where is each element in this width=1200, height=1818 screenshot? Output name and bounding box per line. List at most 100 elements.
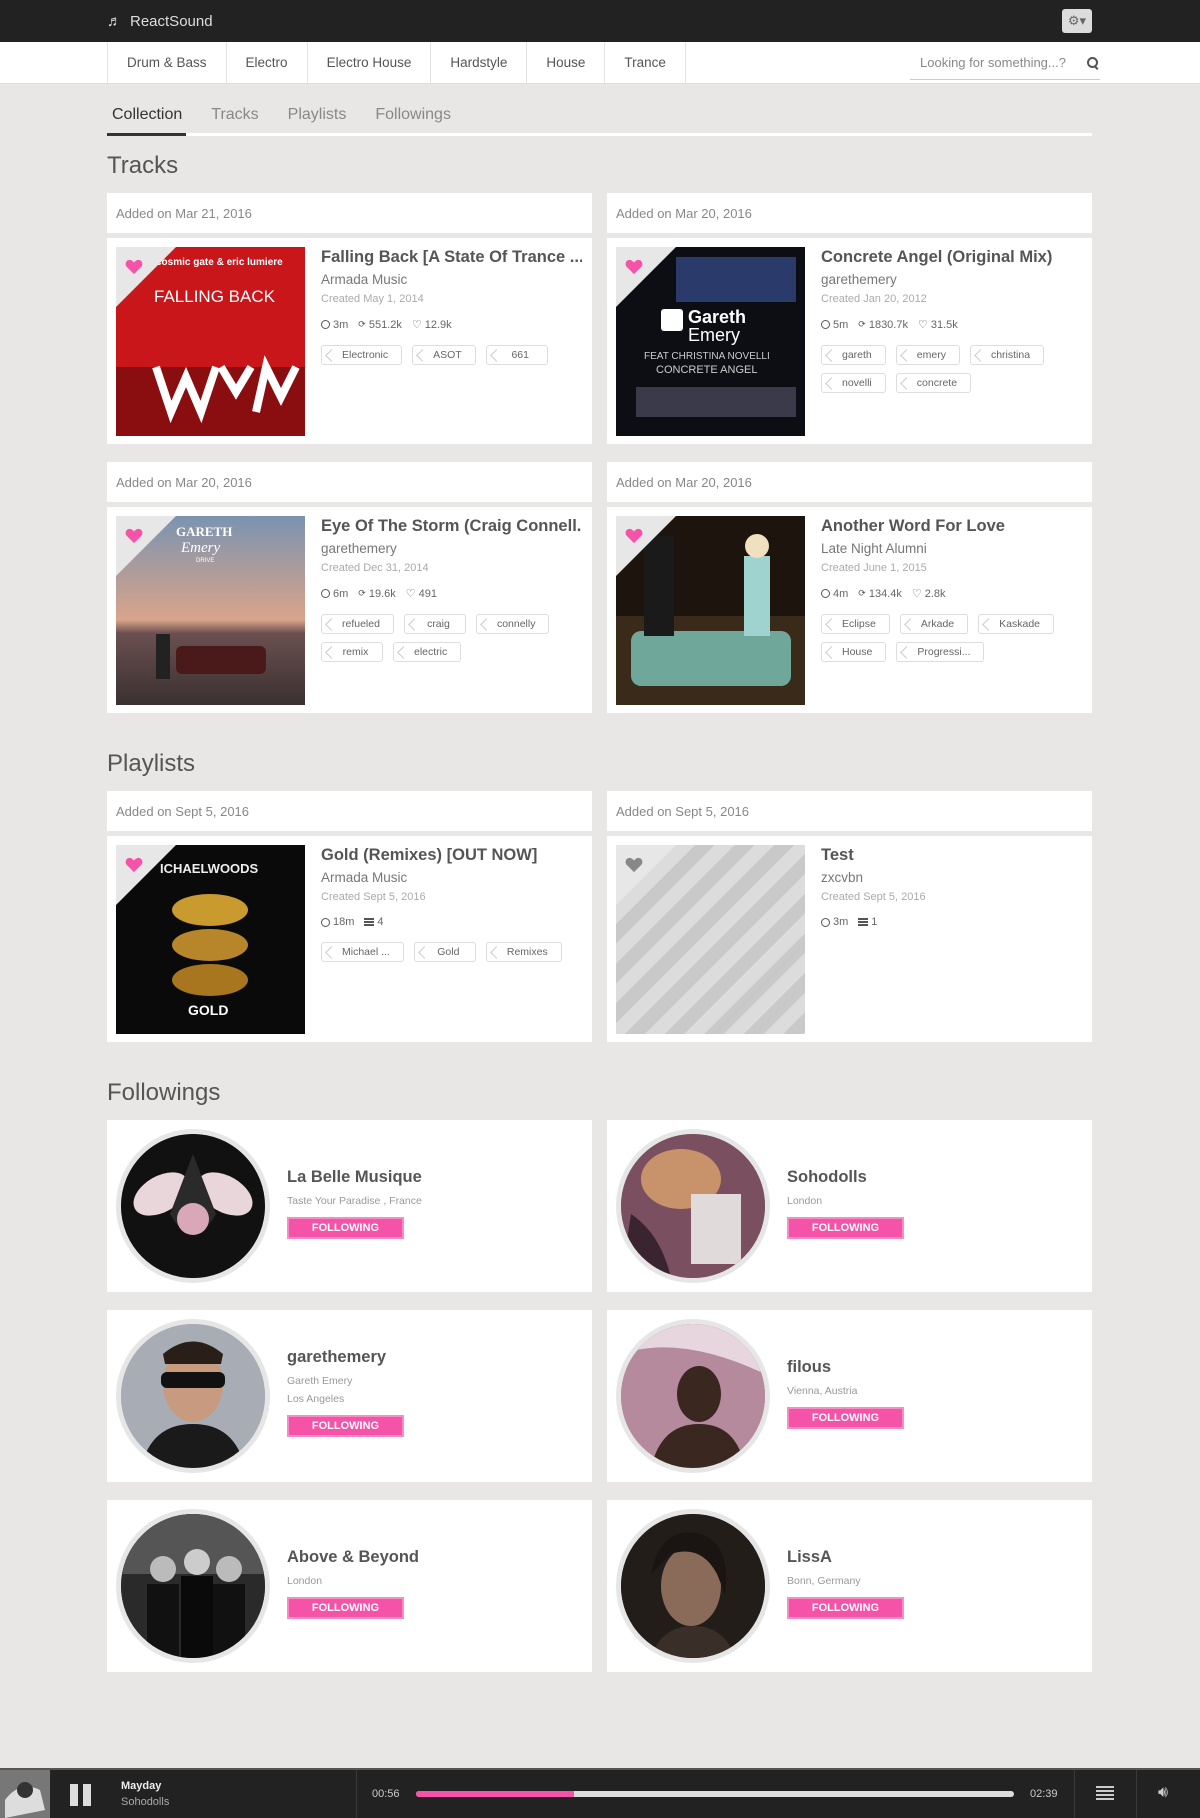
liked-heart-icon[interactable] (625, 528, 643, 544)
track-user[interactable]: Armada Music (321, 272, 582, 287)
following-name[interactable]: filous (787, 1358, 904, 1377)
tag[interactable]: Remixes (485, 942, 562, 962)
genre-electro[interactable]: Electro (227, 42, 308, 83)
tag[interactable]: electric (393, 642, 462, 662)
track-artwork[interactable] (616, 516, 805, 705)
genre-hardstyle[interactable]: Hardstyle (431, 42, 528, 83)
genre-bar: Drum & Bass Electro Electro House Hardst… (0, 42, 1200, 84)
tag[interactable]: 661 (485, 345, 548, 365)
settings-button[interactable]: ⚙▾ (1062, 9, 1092, 33)
following-name[interactable]: La Belle Musique (287, 1168, 422, 1187)
following-name[interactable]: Sohodolls (787, 1168, 904, 1187)
liked-heart-icon[interactable] (125, 259, 143, 275)
tag[interactable]: novelli (821, 373, 886, 393)
playlist-created: Created Sept 5, 2016 (321, 891, 426, 903)
tag[interactable]: Kaskade (978, 614, 1055, 634)
track-artwork[interactable]: cosmic gate & eric lumiere FALLING BACK (116, 247, 305, 436)
now-playing-artwork[interactable] (0, 1770, 50, 1818)
tab-playlists[interactable]: Playlists (283, 100, 351, 133)
following-button[interactable]: FOLLOWING (287, 1217, 404, 1239)
now-playing-title[interactable]: Mayday (121, 1780, 161, 1792)
svg-text:GOLD: GOLD (188, 1002, 228, 1018)
following-button[interactable]: FOLLOWING (787, 1217, 904, 1239)
tag[interactable]: remix (321, 642, 383, 662)
genre-electro-house[interactable]: Electro House (308, 42, 432, 83)
tag[interactable]: Electronic (321, 345, 403, 365)
avatar[interactable] (116, 1319, 270, 1473)
tag[interactable]: concrete (895, 373, 972, 393)
duration: 3m (833, 916, 849, 928)
following-button[interactable]: FOLLOWING (287, 1415, 404, 1437)
tab-followings[interactable]: Followings (370, 100, 455, 133)
genre-trance[interactable]: Trance (605, 42, 686, 83)
tag[interactable]: connelly (475, 614, 550, 634)
queue-list-icon[interactable] (1096, 1786, 1114, 1800)
liked-heart-icon[interactable] (125, 528, 143, 544)
like-count: 12.9k (424, 318, 452, 331)
heart-icon[interactable] (625, 857, 643, 873)
track-title[interactable]: Concrete Angel (Original Mix) (821, 248, 1082, 267)
now-playing-artist[interactable]: Sohodolls (121, 1796, 169, 1808)
avatar[interactable] (616, 1319, 770, 1473)
track-title[interactable]: Eye Of The Storm (Craig Connell... (321, 517, 582, 536)
brand[interactable]: ♬ ReactSound (107, 0, 213, 42)
tag[interactable]: craig (403, 614, 466, 634)
tag[interactable]: emery (895, 345, 960, 365)
pause-button[interactable] (70, 1784, 92, 1806)
genre-drum-and-bass[interactable]: Drum & Bass (108, 42, 227, 83)
plays-icon: ⟳ (858, 588, 866, 598)
divider (1136, 1770, 1137, 1818)
avatar[interactable] (116, 1129, 270, 1283)
playlist-title[interactable]: Gold (Remixes) [OUT NOW] (321, 846, 582, 865)
tag[interactable]: refueled (321, 614, 394, 634)
playlist-artwork[interactable]: ICHAELWOODS GOLD (116, 845, 305, 1034)
following-button[interactable]: FOLLOWING (287, 1597, 404, 1619)
following-button[interactable]: FOLLOWING (787, 1407, 904, 1429)
tag[interactable]: Arkade (899, 614, 969, 634)
tag[interactable]: Michael ... (321, 942, 404, 962)
track-artwork[interactable]: GARETH Emery DRIVE (116, 516, 305, 705)
avatar[interactable] (616, 1509, 770, 1663)
following-location: London (287, 1575, 323, 1587)
tag[interactable]: House (821, 642, 887, 662)
following-name[interactable]: Above & Beyond (287, 1548, 419, 1567)
tag[interactable]: Gold (413, 942, 476, 962)
search-icon[interactable] (1086, 56, 1100, 70)
liked-heart-icon[interactable] (125, 857, 143, 873)
added-date: Added on Mar 20, 2016 (607, 193, 1092, 233)
progress-bar[interactable] (416, 1791, 1014, 1797)
search-box[interactable]: Looking for something...? (910, 46, 1100, 80)
tab-tracks[interactable]: Tracks (206, 100, 262, 133)
track-title[interactable]: Another Word For Love (821, 517, 1082, 536)
playlist-card: Added on Sept 5, 2016 ICHAELWOODS GOLD G… (107, 791, 592, 1042)
track-title[interactable]: Falling Back [A State Of Trance ... (321, 248, 582, 267)
following-name[interactable]: LissA (787, 1548, 904, 1567)
tab-collection[interactable]: Collection (107, 100, 187, 136)
tag[interactable]: Progressi... (896, 642, 985, 662)
tag[interactable]: gareth (821, 345, 886, 365)
avatar[interactable] (616, 1129, 770, 1283)
pause-icon (70, 1784, 78, 1806)
following-name[interactable]: garethemery (287, 1348, 404, 1367)
track-created: Created Dec 31, 2014 (321, 562, 429, 574)
liked-heart-icon[interactable] (625, 259, 643, 275)
playlist-artwork-placeholder[interactable] (616, 845, 805, 1034)
playlist-user[interactable]: Armada Music (321, 870, 582, 885)
track-artwork[interactable]: Gareth Emery FEAT CHRISTINA NOVELLI CONC… (616, 247, 805, 436)
track-user[interactable]: Late Night Alumni (821, 541, 1082, 556)
tag[interactable]: Eclipse (821, 614, 890, 634)
tag[interactable]: christina (969, 345, 1045, 365)
playlist-user[interactable]: zxcvbn (821, 870, 1082, 885)
progress-fill (416, 1791, 575, 1797)
tag[interactable]: ASOT (412, 345, 476, 365)
playlist-title[interactable]: Test (821, 846, 1082, 865)
search-input[interactable]: Looking for something...? (910, 55, 1086, 70)
track-user[interactable]: garethemery (321, 541, 582, 556)
volume-icon[interactable]: 🔊︎ (1158, 1784, 1168, 1802)
avatar[interactable] (116, 1509, 270, 1663)
svg-text:Emery: Emery (688, 325, 740, 345)
track-user[interactable]: garethemery (821, 272, 1082, 287)
following-button[interactable]: FOLLOWING (787, 1597, 904, 1619)
play-count: 19.6k (368, 587, 396, 600)
genre-house[interactable]: House (527, 42, 606, 83)
